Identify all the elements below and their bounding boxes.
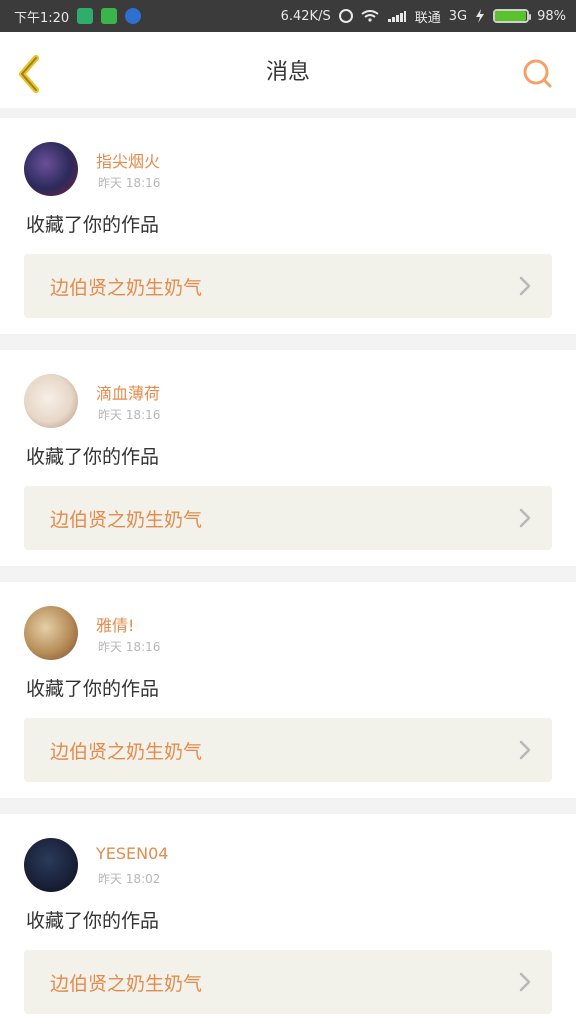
message-card: 雅倩! 昨天 18:16 收藏了你的作品 边伯贤之奶生奶气 xyxy=(0,582,576,798)
timestamp: 昨天 18:16 xyxy=(98,176,161,190)
message-card: YESEN04 昨天 18:02 收藏了你的作品 边伯贤之奶生奶气 xyxy=(0,814,576,1024)
app-android-icon xyxy=(101,8,118,24)
timestamp: 昨天 18:02 xyxy=(98,872,161,886)
app-shield-icon xyxy=(77,8,94,24)
work-title: 边伯贤之奶生奶气 xyxy=(50,740,203,763)
work-link-button[interactable]: 边伯贤之奶生奶气 xyxy=(24,254,552,318)
message-text: 收藏了你的作品 xyxy=(26,910,160,932)
wifi-icon xyxy=(361,10,379,22)
chevron-right-icon xyxy=(519,972,531,992)
chevron-right-icon xyxy=(519,740,531,760)
message-list: 指尖烟火 昨天 18:16 收藏了你的作品 边伯贤之奶生奶气 滴血薄荷 昨天 1… xyxy=(0,108,576,1024)
network-speed: 6.42K/S xyxy=(280,8,331,24)
avatar[interactable] xyxy=(24,142,78,196)
battery-fill xyxy=(495,11,527,21)
message-card: 指尖烟火 昨天 18:16 收藏了你的作品 边伯贤之奶生奶气 xyxy=(0,118,576,334)
username[interactable]: 指尖烟火 xyxy=(96,148,160,172)
status-time: 下午1:20 xyxy=(14,10,70,26)
avatar[interactable] xyxy=(24,374,78,428)
timestamp: 昨天 18:16 xyxy=(98,408,161,422)
work-title: 边伯贤之奶生奶气 xyxy=(50,276,203,299)
status-left: 下午1:20 xyxy=(14,0,142,32)
work-title: 边伯贤之奶生奶气 xyxy=(50,972,203,995)
timestamp: 昨天 18:16 xyxy=(98,640,161,654)
message-text: 收藏了你的作品 xyxy=(26,678,160,700)
battery-percent: 98% xyxy=(537,8,566,24)
username[interactable]: 滴血薄荷 xyxy=(96,380,160,404)
status-bar: 下午1:20 6.42K/S 联通 3G 98% xyxy=(0,0,576,32)
battery-icon xyxy=(493,9,532,23)
work-link-button[interactable]: 边伯贤之奶生奶气 xyxy=(24,486,552,550)
message-text: 收藏了你的作品 xyxy=(26,214,160,236)
chevron-right-icon xyxy=(519,508,531,528)
chevron-right-icon xyxy=(519,276,531,296)
work-title: 边伯贤之奶生奶气 xyxy=(50,508,203,531)
charging-icon xyxy=(476,9,485,23)
network-type: 3G xyxy=(448,8,468,24)
username[interactable]: 雅倩! xyxy=(96,612,134,636)
search-icon[interactable] xyxy=(520,56,554,90)
username[interactable]: YESEN04 xyxy=(96,844,168,863)
page-title: 消息 xyxy=(265,60,310,85)
signal-icon xyxy=(387,11,406,22)
status-right: 6.42K/S 联通 3G 98% xyxy=(281,0,566,32)
avatar[interactable] xyxy=(24,606,78,660)
message-text: 收藏了你的作品 xyxy=(26,446,160,468)
message-card: 滴血薄荷 昨天 18:16 收藏了你的作品 边伯贤之奶生奶气 xyxy=(0,350,576,566)
cloud-icon xyxy=(125,8,142,24)
work-link-button[interactable]: 边伯贤之奶生奶气 xyxy=(24,950,552,1014)
top-header: 消息 xyxy=(0,32,576,109)
work-link-button[interactable]: 边伯贤之奶生奶气 xyxy=(24,718,552,782)
sync-icon xyxy=(338,9,353,23)
carrier-name: 联通 xyxy=(414,10,441,26)
avatar[interactable] xyxy=(24,838,78,892)
